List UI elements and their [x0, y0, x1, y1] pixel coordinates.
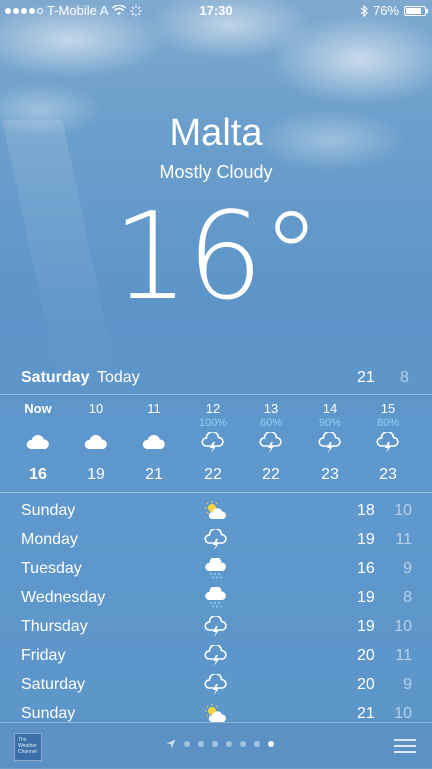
- day-high: 19: [357, 531, 375, 548]
- thunderstorm-icon: [376, 432, 399, 453]
- page-dot: [184, 741, 190, 747]
- city-name: Malta: [169, 112, 263, 154]
- cloud-icon: [84, 435, 107, 449]
- thunderstorm-icon: [204, 674, 227, 695]
- bottom-toolbar: The Weather Channel: [0, 722, 432, 769]
- hour-label: 15: [380, 401, 396, 416]
- divider: [0, 492, 432, 493]
- divider: [0, 394, 432, 395]
- page-dot: [254, 741, 260, 747]
- precip-chance: 90%: [318, 417, 342, 429]
- thunderstorm-icon: [204, 529, 227, 550]
- precip-chance: 100%: [198, 417, 228, 429]
- city-list-button[interactable]: [394, 739, 416, 757]
- battery-icon: [404, 5, 428, 16]
- today-low: 8: [400, 369, 409, 386]
- daily-row: Thursday 19 10: [0, 613, 432, 642]
- thunderstorm-icon: [201, 432, 224, 453]
- hour-temp: 22: [262, 466, 280, 483]
- page-dot: [198, 741, 204, 747]
- daily-row: Saturday 20 9: [0, 671, 432, 700]
- day-high: 19: [357, 618, 375, 635]
- day-high: 21: [357, 705, 375, 722]
- day-low: 11: [395, 531, 412, 548]
- bluetooth-icon: [360, 4, 368, 17]
- page-dot-active: [268, 741, 274, 747]
- hour-temp: 22: [204, 466, 222, 483]
- rain-icon: [205, 587, 226, 608]
- page-dot: [240, 741, 246, 747]
- day-high: 19: [357, 589, 375, 606]
- daily-row: Tuesday 16 9: [0, 555, 432, 584]
- day-name: Sunday: [21, 502, 76, 519]
- page-dot: [212, 741, 218, 747]
- hour-label: 13: [263, 401, 279, 416]
- cloud-icon: [26, 435, 49, 449]
- status-right: 76%: [360, 3, 428, 18]
- day-low: 9: [403, 676, 412, 693]
- list-icon-line: [394, 739, 416, 741]
- day-low: 10: [394, 705, 412, 722]
- thunderstorm-icon: [259, 432, 282, 453]
- hour-label: 12: [205, 401, 221, 416]
- list-icon-line: [394, 745, 416, 747]
- hour-label: 14: [322, 401, 338, 416]
- hour-temp: 23: [379, 466, 397, 483]
- day-name: Thursday: [21, 618, 88, 635]
- day-name: Sunday: [21, 705, 76, 722]
- thunderstorm-icon: [204, 645, 227, 666]
- current-temperature: 16°: [112, 188, 322, 327]
- partly-sunny-icon: [205, 501, 226, 519]
- day-name: Friday: [21, 647, 66, 664]
- hour-temp: 23: [321, 466, 339, 483]
- day-low: 10: [394, 618, 412, 635]
- hourly-forecast[interactable]: Now 16 10 19 11 21 12 100% 22 13 60% 22 …: [0, 396, 432, 492]
- day-name: Tuesday: [21, 560, 82, 577]
- precip-chance: 80%: [376, 417, 400, 429]
- day-high: 20: [357, 676, 375, 693]
- page-dot: [226, 741, 232, 747]
- daily-row: Wednesday 19 8: [0, 584, 432, 613]
- daily-row: Friday 20 11: [0, 642, 432, 671]
- hour-label: 11: [147, 401, 161, 416]
- day-high: 16: [357, 560, 375, 577]
- today-day: Saturday: [21, 369, 90, 386]
- day-low: 9: [403, 560, 412, 577]
- page-indicator[interactable]: [166, 739, 274, 749]
- day-low: 10: [394, 502, 412, 519]
- thunderstorm-icon: [318, 432, 341, 453]
- thunderstorm-icon: [204, 616, 227, 637]
- hour-temp: 19: [87, 466, 105, 483]
- rain-icon: [205, 558, 226, 579]
- hour-label: 10: [88, 401, 104, 416]
- weather-channel-logo[interactable]: The Weather Channel: [14, 733, 42, 761]
- daily-row: Monday 19 11: [0, 526, 432, 555]
- day-name: Saturday: [21, 676, 86, 693]
- status-bar: T-Mobile A 17:30 76%: [0, 0, 432, 22]
- day-low: 8: [403, 589, 412, 606]
- today-high: 21: [357, 369, 375, 386]
- today-summary-row: Saturday Today 21 8: [0, 366, 432, 394]
- location-arrow-icon: [166, 739, 176, 749]
- daily-row: Sunday 18 10: [0, 497, 432, 526]
- day-high: 18: [357, 502, 375, 519]
- hour-temp: 16: [29, 466, 47, 483]
- day-name: Wednesday: [21, 589, 106, 606]
- hour-label: Now: [24, 401, 52, 416]
- today-label: Today: [97, 369, 140, 386]
- battery-percent: 76%: [372, 3, 399, 18]
- precip-chance: 60%: [259, 417, 283, 429]
- day-name: Monday: [21, 531, 78, 548]
- list-icon-line: [394, 751, 416, 753]
- hour-temp: 21: [145, 466, 163, 483]
- current-condition: Mostly Cloudy: [159, 162, 273, 182]
- day-high: 20: [357, 647, 375, 664]
- cloud-icon: [142, 435, 165, 449]
- day-low: 11: [395, 647, 412, 664]
